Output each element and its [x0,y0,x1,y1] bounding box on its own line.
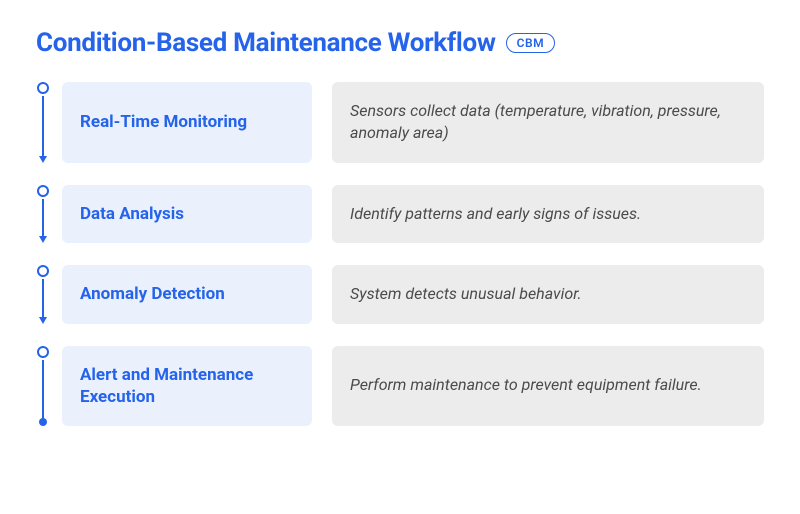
step-desc-box: System detects unusual behavior. [332,265,764,323]
step-desc-box: Perform maintenance to prevent equipment… [332,346,764,426]
connector-line [42,360,44,419]
cbm-badge: CBM [506,33,555,53]
step-anomaly: Anomaly Detection System detects unusual… [62,265,764,323]
step-label-box: Real-Time Monitoring [62,82,312,163]
step-analysis: Data Analysis Identify patterns and earl… [62,185,764,243]
step-desc-box: Identify patterns and early signs of iss… [332,185,764,243]
page-title: Condition-Based Maintenance Workflow [36,28,496,58]
circle-icon [37,265,49,277]
step-label-box: Anomaly Detection [62,265,312,323]
step-alert: Alert and Maintenance Execution Perform … [62,346,764,426]
step-label-box: Alert and Maintenance Execution [62,346,312,426]
step-label: Real-Time Monitoring [80,111,247,133]
step-label-box: Data Analysis [62,185,312,243]
header: Condition-Based Maintenance Workflow CBM [36,28,764,58]
workflow-timeline: Real-Time Monitoring Sensors collect dat… [36,82,764,426]
timeline-marker [36,346,50,426]
circle-icon [37,185,49,197]
arrow-down-icon [39,156,47,163]
step-desc: Sensors collect data (temperature, vibra… [350,100,746,145]
dot-end-icon [39,418,47,426]
arrow-down-icon [39,236,47,243]
step-label: Alert and Maintenance Execution [80,364,294,408]
timeline-marker [36,265,50,323]
step-label: Anomaly Detection [80,283,225,305]
timeline-marker [36,82,50,163]
connector-line [42,96,44,157]
connector-line [42,199,44,237]
step-desc-box: Sensors collect data (temperature, vibra… [332,82,764,163]
step-label: Data Analysis [80,203,184,225]
circle-icon [37,82,49,94]
step-desc: Identify patterns and early signs of iss… [350,203,641,225]
step-desc: Perform maintenance to prevent equipment… [350,374,702,396]
arrow-down-icon [39,317,47,324]
connector-line [42,279,44,317]
timeline-marker [36,185,50,243]
step-monitoring: Real-Time Monitoring Sensors collect dat… [62,82,764,163]
circle-icon [37,346,49,358]
step-desc: System detects unusual behavior. [350,283,582,305]
